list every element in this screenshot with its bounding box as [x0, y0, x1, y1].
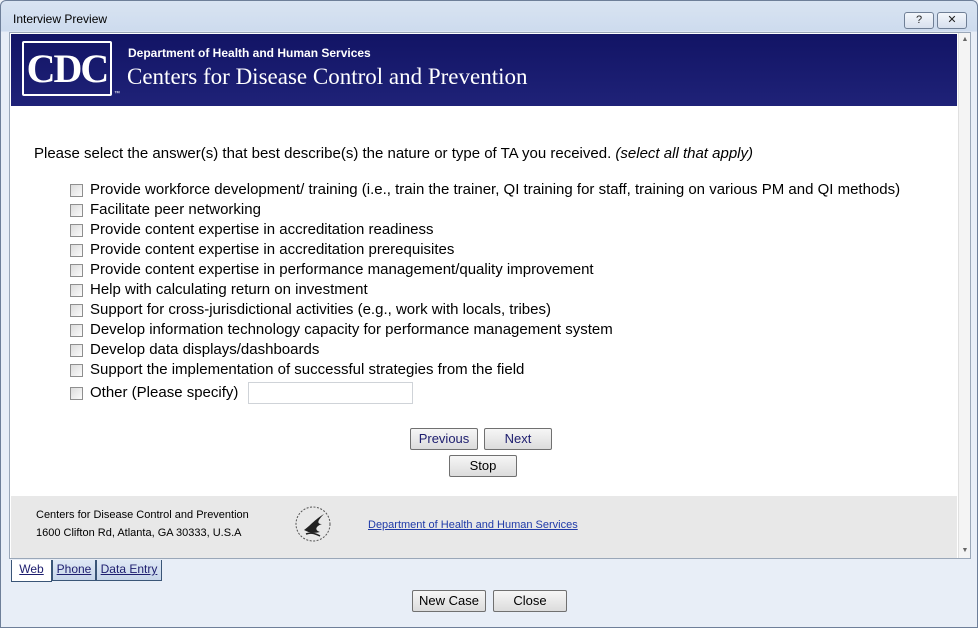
- help-button[interactable]: ?: [904, 12, 934, 29]
- vertical-scrollbar[interactable]: ▲ ▼: [958, 33, 970, 558]
- option-label: Provide content expertise in performance…: [90, 261, 594, 278]
- department-name: Department of Health and Human Services: [128, 46, 371, 60]
- option-checkbox[interactable]: [70, 324, 83, 337]
- option-label: Help with calculating return on investme…: [90, 281, 368, 298]
- option-checkbox[interactable]: [70, 344, 83, 357]
- interview-content-area: CDC ™ Department of Health and Human Ser…: [9, 32, 971, 559]
- window-close-button[interactable]: ✕: [937, 12, 967, 29]
- hhs-eagle-icon: [295, 506, 331, 542]
- question-prompt: Please select the answer(s) that best de…: [34, 145, 612, 162]
- scroll-down-icon[interactable]: ▼: [961, 547, 969, 555]
- footer-address: 1600 Clifton Rd, Atlanta, GA 30333, U.S.…: [36, 527, 242, 539]
- hhs-link[interactable]: Department of Health and Human Services: [368, 519, 578, 531]
- question-text: Please select the answer(s) that best de…: [34, 145, 753, 162]
- question-hint: (select all that apply): [615, 145, 753, 162]
- cdc-banner: CDC ™ Department of Health and Human Ser…: [11, 34, 957, 106]
- option-label: Support the implementation of successful…: [90, 361, 525, 378]
- close-button[interactable]: Close: [493, 590, 567, 612]
- option-label: Provide content expertise in accreditati…: [90, 221, 434, 238]
- window-title: Interview Preview: [13, 12, 108, 26]
- cdc-logo: CDC: [22, 41, 112, 96]
- tab-data-entry[interactable]: Data Entry: [96, 560, 162, 581]
- tab-web[interactable]: Web: [11, 560, 52, 582]
- tab-phone[interactable]: Phone: [52, 560, 96, 581]
- option-checkbox[interactable]: [70, 284, 83, 297]
- option-checkbox[interactable]: [70, 204, 83, 217]
- option-label: Provide workforce development/ training …: [90, 181, 901, 198]
- stop-button[interactable]: Stop: [449, 455, 517, 477]
- previous-button[interactable]: Previous: [410, 428, 478, 450]
- new-case-button[interactable]: New Case: [412, 590, 486, 612]
- option-checkbox[interactable]: [70, 387, 83, 400]
- option-checkbox[interactable]: [70, 184, 83, 197]
- footer-org-name: Centers for Disease Control and Preventi…: [36, 509, 249, 521]
- cdc-full-name: Centers for Disease Control and Preventi…: [127, 64, 528, 89]
- title-bar[interactable]: Interview Preview ? ✕: [1, 1, 977, 34]
- option-label: Support for cross-jurisdictional activit…: [90, 301, 551, 318]
- option-label: Other (Please specify): [90, 384, 239, 401]
- option-label: Develop data displays/dashboards: [90, 341, 320, 358]
- option-checkbox[interactable]: [70, 364, 83, 377]
- page-footer: Centers for Disease Control and Preventi…: [11, 496, 957, 558]
- option-checkbox[interactable]: [70, 244, 83, 257]
- option-checkbox[interactable]: [70, 224, 83, 237]
- next-button[interactable]: Next: [484, 428, 552, 450]
- other-specify-input[interactable]: [248, 382, 413, 404]
- interview-preview-window: Interview Preview ? ✕ CDC ™ Department o…: [0, 0, 978, 628]
- option-label: Develop information technology capacity …: [90, 321, 613, 338]
- trademark-mark: ™: [114, 91, 120, 97]
- option-checkbox[interactable]: [70, 304, 83, 317]
- scroll-up-icon[interactable]: ▲: [961, 36, 969, 44]
- option-label: Provide content expertise in accreditati…: [90, 241, 455, 258]
- option-checkbox[interactable]: [70, 264, 83, 277]
- option-label: Facilitate peer networking: [90, 201, 261, 218]
